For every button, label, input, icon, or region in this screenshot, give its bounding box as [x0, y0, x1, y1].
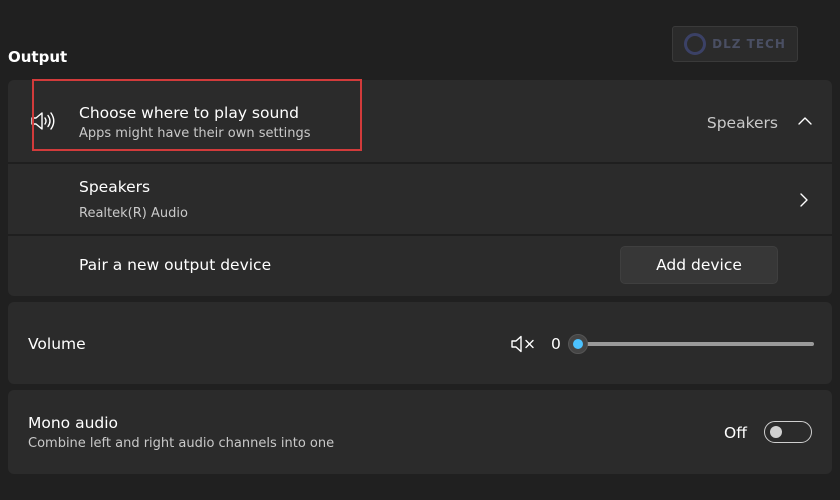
mono-audio-card: Mono audio Combine left and right audio … [8, 390, 832, 474]
watermark-icon [684, 33, 707, 55]
device-driver: Realtek(R) Audio [79, 206, 188, 221]
pair-device-row: Pair a new output device Add device [8, 236, 832, 296]
watermark-text: DLZ TECH [712, 37, 786, 51]
volume-label: Volume [28, 335, 86, 353]
chevron-right-icon[interactable] [798, 192, 810, 208]
volume-slider-thumb[interactable] [568, 334, 588, 354]
mono-audio-subtitle: Combine left and right audio channels in… [28, 436, 335, 451]
speakers-device-row[interactable]: Speakers Realtek(R) Audio [8, 164, 832, 234]
section-title: Output [8, 48, 68, 66]
highlight-annotation-box [32, 79, 362, 151]
watermark-logo: DLZ TECH [672, 26, 798, 62]
selected-output-value: Speakers [706, 114, 778, 132]
volume-card: Volume 0 [8, 302, 832, 384]
volume-slider-track[interactable] [578, 342, 814, 346]
toggle-knob [770, 426, 782, 438]
mono-audio-state: Off [724, 424, 747, 442]
mono-audio-title: Mono audio [28, 414, 119, 432]
add-device-button[interactable]: Add device [620, 246, 778, 284]
mono-audio-toggle[interactable] [764, 421, 812, 443]
volume-slider-thumb-dot [573, 339, 583, 349]
device-name: Speakers [79, 178, 151, 196]
speaker-muted-icon[interactable] [510, 334, 538, 354]
chevron-up-icon[interactable] [798, 114, 812, 128]
volume-value: 0 [551, 335, 561, 353]
pair-device-label: Pair a new output device [79, 256, 272, 274]
